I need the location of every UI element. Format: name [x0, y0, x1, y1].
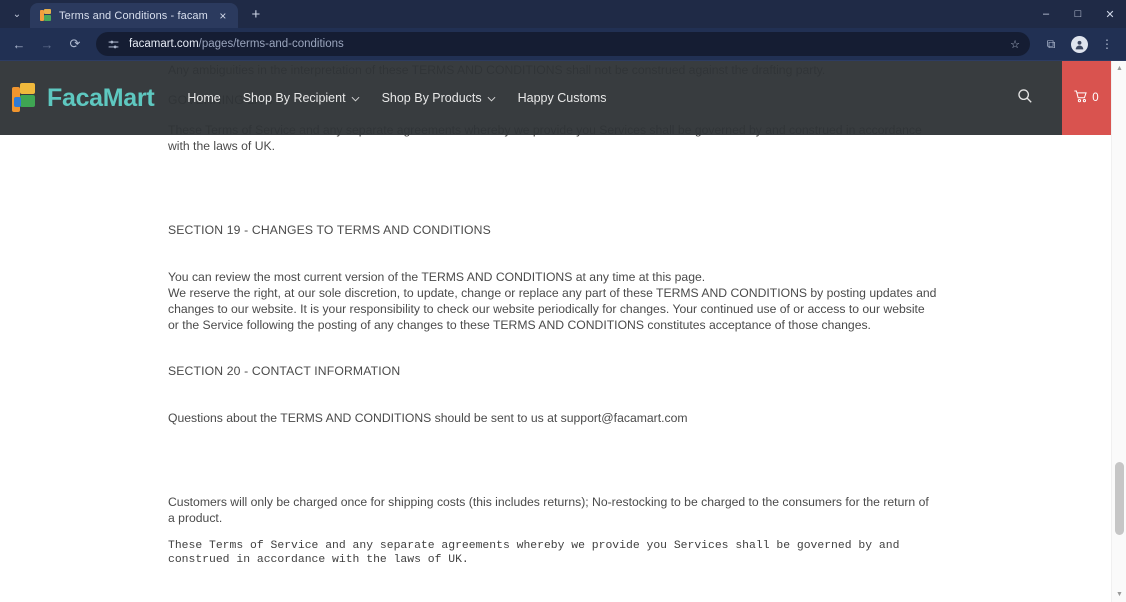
scrollbar-thumb[interactable]: [1115, 462, 1124, 535]
search-icon: [1017, 88, 1033, 108]
favicon-icon: [39, 9, 52, 22]
document-body: understanding between you and us and gov…: [168, 61, 938, 602]
site-settings-icon[interactable]: [106, 37, 121, 52]
bookmark-star-icon[interactable]: ☆: [1006, 35, 1024, 53]
tab-title: Terms and Conditions - facam: [59, 9, 208, 22]
nav-item-label: Happy Customs: [517, 91, 607, 105]
browser-menu-icon[interactable]: ⋮: [1094, 31, 1120, 57]
shopping-cart-icon: [1074, 90, 1088, 106]
brand-name: FacaMart: [47, 83, 155, 112]
site-logo[interactable]: FacaMart: [12, 83, 155, 113]
site-search-button[interactable]: [987, 61, 1062, 135]
section-19-paragraph-1: You can review the most current version …: [168, 269, 706, 284]
page-scrollbar[interactable]: ▲ ▼: [1111, 61, 1126, 602]
facamart-logo-icon: [12, 83, 38, 113]
browser-tab[interactable]: Terms and Conditions - facam ×: [30, 3, 238, 28]
address-bar[interactable]: facamart.com/pages/terms-and-conditions …: [96, 32, 1030, 56]
address-bar-url: facamart.com/pages/terms-and-conditions: [129, 38, 344, 50]
chevron-down-icon: [487, 95, 496, 104]
browser-toolbar: ← → ⟳ facamart.com/pages/terms-and-condi…: [0, 28, 1126, 61]
cart-count: 0: [1092, 92, 1099, 104]
site-nav-menu: Home Shop By Recipient Shop By Products: [176, 91, 617, 105]
page-content: understanding between you and us and gov…: [0, 61, 1111, 602]
window-controls: ‒ □ ✕: [1030, 0, 1126, 28]
new-tab-button[interactable]: +: [243, 2, 269, 26]
chevron-down-icon: [351, 95, 360, 104]
nav-item-shop-by-products[interactable]: Shop By Products: [371, 91, 507, 105]
profile-avatar[interactable]: [1066, 31, 1092, 57]
section-20-paragraph-1: Questions about the TERMS AND CONDITIONS…: [168, 410, 688, 425]
section-19-paragraph-2: We reserve the right, at our sole discre…: [168, 285, 937, 333]
nav-item-label: Home: [187, 91, 221, 105]
maximize-button[interactable]: □: [1062, 0, 1094, 28]
scrollbar-up-arrow-icon[interactable]: ▲: [1112, 61, 1126, 76]
scrollbar-down-arrow-icon[interactable]: ▼: [1112, 587, 1126, 602]
shipping-note: Customers will only be charged once for …: [168, 494, 929, 526]
nav-item-label: Shop By Products: [381, 91, 482, 105]
tab-strip: ⌄ Terms and Conditions - facam × + ‒ □ ✕: [0, 0, 1126, 28]
site-header: FacaMart Home Shop By Recipient Shop By …: [0, 61, 1111, 135]
minimize-button[interactable]: ‒: [1030, 0, 1062, 28]
cart-button[interactable]: 0: [1062, 61, 1111, 135]
tab-search-chevron-icon[interactable]: ⌄: [4, 2, 30, 26]
close-window-button[interactable]: ✕: [1094, 0, 1126, 28]
back-button-icon[interactable]: ←: [6, 31, 32, 57]
site-header-main: FacaMart Home Shop By Recipient Shop By …: [0, 61, 987, 135]
nav-item-shop-by-recipient[interactable]: Shop By Recipient: [232, 91, 371, 105]
section-20-heading: SECTION 20 - CONTACT INFORMATION: [168, 364, 401, 379]
url-domain: facamart.com: [129, 38, 199, 50]
nav-item-label: Shop By Recipient: [242, 91, 346, 105]
nav-item-happy-customs[interactable]: Happy Customs: [507, 91, 618, 105]
browser-window: ⌄ Terms and Conditions - facam × + ‒ □ ✕…: [0, 0, 1126, 602]
nav-item-home[interactable]: Home: [176, 91, 231, 105]
mono-governing-law-block: These Terms of Service and any separate …: [168, 540, 900, 566]
url-path: /pages/terms-and-conditions: [198, 38, 344, 50]
page-viewport: understanding between you and us and gov…: [0, 61, 1126, 602]
forward-button-icon[interactable]: →: [34, 31, 60, 57]
avatar: [1070, 35, 1088, 53]
reload-button-icon[interactable]: ⟳: [62, 31, 88, 57]
tab-close-icon[interactable]: ×: [215, 8, 231, 24]
section-19-heading: SECTION 19 - CHANGES TO TERMS AND CONDIT…: [168, 223, 491, 238]
split-screen-icon[interactable]: ⧉: [1038, 31, 1064, 57]
